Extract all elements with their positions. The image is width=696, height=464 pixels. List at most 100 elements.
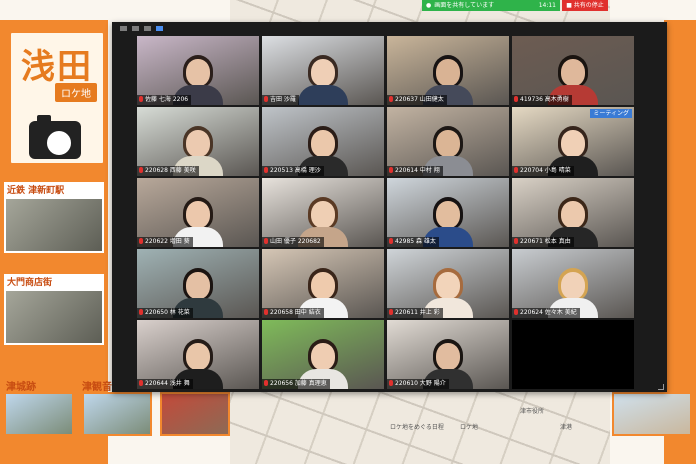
- mic-muted-icon: [139, 309, 143, 315]
- map-note: 津市役所: [520, 408, 545, 415]
- participant-name-label: 42985 森 雄太: [387, 237, 439, 247]
- participant-video-tile[interactable]: 220628 西藤 美咲: [137, 107, 259, 176]
- bottom-photo: [612, 392, 692, 436]
- minimize-icon[interactable]: [120, 26, 127, 31]
- gallery-grid-icon[interactable]: [156, 26, 163, 31]
- camera-icon: [29, 115, 81, 159]
- bottom-strip: 津城跡 津観音 ロケ地をめぐる日程 ロケ地 津市役所 津港: [0, 382, 696, 464]
- participant-name: 220644 浅井 舞: [145, 380, 190, 387]
- participant-name: 220622 増田 葵: [145, 238, 190, 245]
- face-shape: [436, 130, 460, 157]
- maximize-icon[interactable]: [144, 26, 151, 31]
- participant-video-tile[interactable]: 220656 加藤 真理恵: [262, 320, 384, 389]
- face-shape: [311, 272, 335, 299]
- participant-video-tile[interactable]: 42985 森 雄太: [387, 178, 509, 247]
- mic-muted-icon: [389, 96, 393, 102]
- participant-name-label: 220644 浅井 舞: [137, 379, 193, 389]
- participant-video-tile[interactable]: 220624 佐々木 美紀: [512, 249, 634, 318]
- sharing-status-icon: ●: [426, 2, 432, 9]
- mic-muted-icon: [139, 380, 143, 386]
- face-shape: [561, 272, 585, 299]
- participant-name: 吉田 沙羅: [270, 96, 296, 103]
- bottom-photo: [82, 392, 152, 436]
- participant-name: 山田 優子 220682: [270, 238, 321, 245]
- participant-figure: [298, 55, 348, 105]
- face-shape: [436, 343, 460, 370]
- participant-video-tile[interactable]: 220637 山田健太: [387, 36, 509, 105]
- spot-card: 近鉄 津新町駅: [2, 180, 106, 255]
- mic-muted-icon: [514, 309, 518, 315]
- participant-name: 220628 西藤 美咲: [145, 167, 196, 174]
- participant-name-label: 220614 中村 翔: [387, 166, 443, 176]
- face-shape: [186, 272, 210, 299]
- sharing-status-text: 画面を共有しています: [434, 2, 495, 9]
- mic-muted-icon: [264, 238, 268, 244]
- face-shape: [311, 343, 335, 370]
- mic-muted-icon: [139, 96, 143, 102]
- mic-muted-icon: [389, 309, 393, 315]
- bottom-photo: [160, 392, 230, 436]
- spot-card: 大門商店街: [2, 272, 106, 347]
- face-shape: [311, 59, 335, 86]
- gallery-view-window[interactable]: 佐藤 七海 2206 吉田 沙羅 220637 山田健太 419736 高木勇樹 220…: [112, 22, 667, 392]
- resize-handle-icon[interactable]: [658, 384, 664, 390]
- mic-muted-icon: [264, 167, 268, 173]
- participant-name-label: 220611 井上 彩: [387, 308, 443, 318]
- participant-name-label: 220628 西藤 美咲: [137, 166, 199, 176]
- meeting-tag: ミーティング: [590, 109, 632, 118]
- face-shape: [436, 201, 460, 228]
- face-shape: [561, 201, 585, 228]
- map-note: 津港: [560, 424, 573, 431]
- face-shape: [311, 201, 335, 228]
- poster-subtitle: ロケ地: [55, 83, 97, 102]
- participant-video-tile[interactable]: 220644 浅井 舞: [137, 320, 259, 389]
- participant-video-tile[interactable]: 220513 高橋 理沙: [262, 107, 384, 176]
- participant-name-label: 220671 松本 真由: [512, 237, 574, 247]
- participant-name: 220624 佐々木 美紀: [520, 309, 577, 316]
- face-shape: [186, 201, 210, 228]
- body-shape: [298, 85, 348, 105]
- mic-muted-icon: [139, 167, 143, 173]
- face-shape: [186, 343, 210, 370]
- stop-share-button[interactable]: ■ 共有の停止: [562, 0, 608, 11]
- participant-video-tile[interactable]: 220610 大野 陽介: [387, 320, 509, 389]
- participant-name: 220610 大野 陽介: [395, 380, 446, 387]
- participant-video-tile[interactable]: 佐藤 七海 2206: [137, 36, 259, 105]
- participant-video-tile[interactable]: 220671 松本 真由: [512, 178, 634, 247]
- window-controls[interactable]: [120, 26, 163, 31]
- participant-name-label: 220610 大野 陽介: [387, 379, 449, 389]
- participant-video-tile[interactable]: 220650 林 花菜: [137, 249, 259, 318]
- participant-name: 419736 高木勇樹: [520, 96, 569, 103]
- face-shape: [311, 130, 335, 157]
- participant-name-label: 220704 小島 晴菜: [512, 166, 574, 176]
- face-shape: [436, 59, 460, 86]
- participant-video-tile[interactable]: 220611 井上 彩: [387, 249, 509, 318]
- participant-video-tile[interactable]: 419736 高木勇樹: [512, 36, 634, 105]
- participant-video-tile[interactable]: 220658 田中 結衣: [262, 249, 384, 318]
- face-shape: [436, 272, 460, 299]
- participant-name: 220656 加藤 真理恵: [270, 380, 327, 387]
- participant-name-label: 220622 増田 葵: [137, 237, 193, 247]
- spot-photo: [6, 291, 102, 343]
- spot-label: 近鉄 津新町駅: [7, 186, 65, 196]
- restore-icon[interactable]: [132, 26, 139, 31]
- bottom-photo: [4, 392, 74, 436]
- face-shape: [186, 130, 210, 157]
- map-note: ロケ地: [460, 424, 479, 431]
- participant-name: 220611 井上 彩: [395, 309, 440, 316]
- mic-muted-icon: [264, 309, 268, 315]
- participant-video-tile[interactable]: 山田 優子 220682: [262, 178, 384, 247]
- mic-muted-icon: [514, 238, 518, 244]
- face-shape: [561, 130, 585, 157]
- sharing-time: 14:11: [538, 2, 556, 9]
- poster-title-card: 浅田 ロケ地: [8, 30, 106, 166]
- participant-name: 佐藤 七海 2206: [145, 96, 189, 103]
- participant-video-tile[interactable]: 220622 増田 葵: [137, 178, 259, 247]
- participant-name: 220513 高橋 理沙: [270, 167, 321, 174]
- participant-video-tile[interactable]: 吉田 沙羅: [262, 36, 384, 105]
- participant-video-tile[interactable]: 220704 小島 晴菜 ミーティング: [512, 107, 634, 176]
- participant-video-tile[interactable]: 220614 中村 翔: [387, 107, 509, 176]
- screen-sharing-bar[interactable]: ● 画面を共有しています 14:11: [422, 0, 560, 11]
- participant-name: 220637 山田健太: [395, 96, 444, 103]
- mic-muted-icon: [139, 238, 143, 244]
